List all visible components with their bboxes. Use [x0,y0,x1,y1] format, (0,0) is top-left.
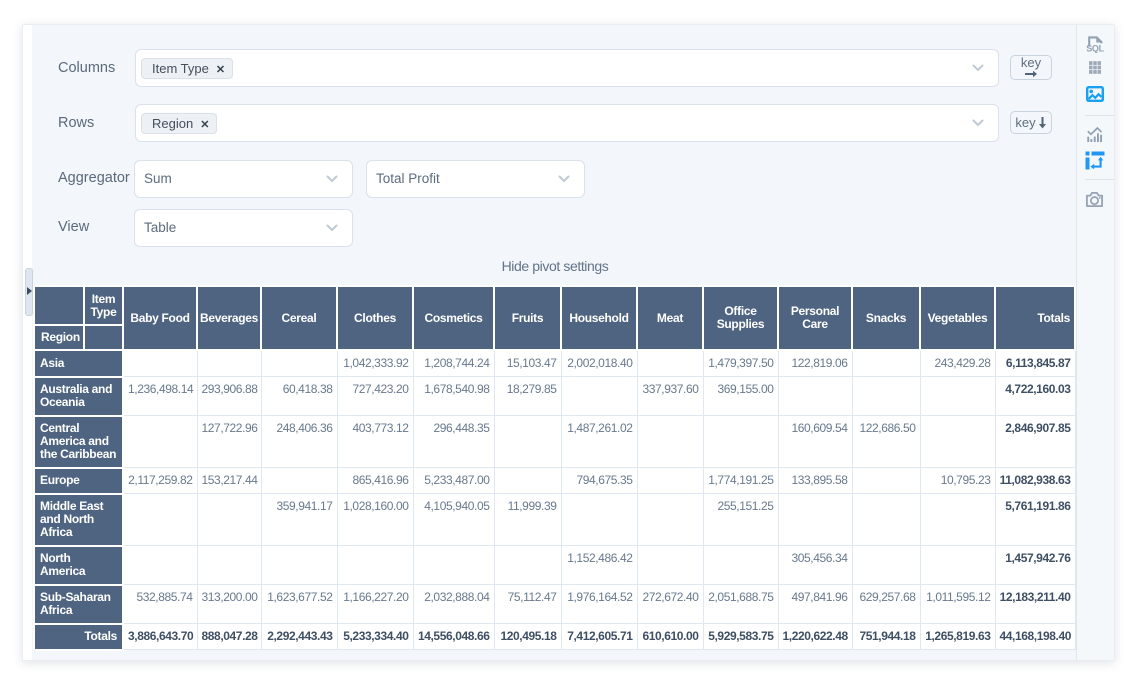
svg-text:SQL: SQL [1086,44,1104,54]
